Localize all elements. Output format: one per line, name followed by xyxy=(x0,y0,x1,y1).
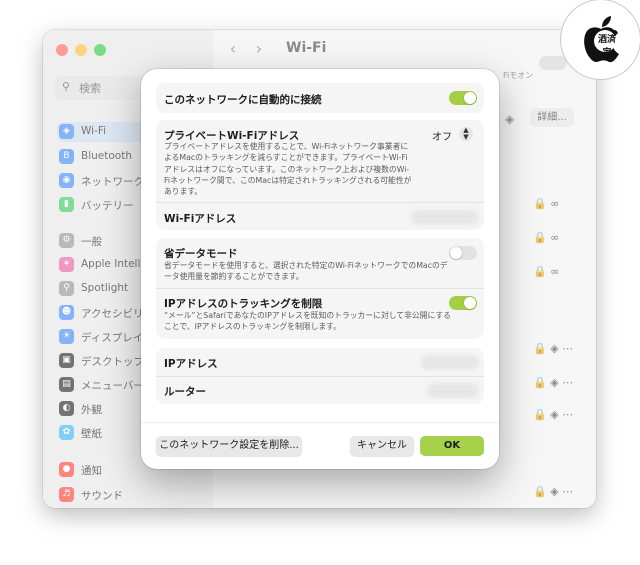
logo-text: 酒済定 xyxy=(597,35,616,58)
low-data-mode-description: 省データモードを使用すると、選択された特定のWi-FiネットワークでのMacのデ… xyxy=(164,261,448,282)
wifi-address-label: Wi-Fiアドレス xyxy=(164,213,237,225)
private-address-description: プライベートアドレスを使用することで、Wi-Fiネットワーク事業者によるMacの… xyxy=(164,142,412,197)
auto-join-row: このネットワークに自動的に接続 xyxy=(156,83,484,113)
ip-address-value-redacted xyxy=(424,358,476,367)
divider xyxy=(156,288,484,289)
limit-ip-tracking-label: IPアドレスのトラッキングを制限 xyxy=(164,298,323,310)
private-address-value[interactable]: オフ xyxy=(432,128,452,143)
private-address-group: プライベートWi-Fiアドレス オフ ▲ ▼ プライベートアドレスを使用することで… xyxy=(156,120,484,230)
divider xyxy=(156,202,484,203)
forget-network-button[interactable]: このネットワーク設定を削除... xyxy=(156,436,302,456)
ip-info-group: IPアドレス ルーター xyxy=(156,348,484,404)
router-label: ルーター xyxy=(164,386,206,398)
auto-join-label: このネットワークに自動的に接続 xyxy=(164,94,322,106)
ip-address-label: IPアドレス xyxy=(164,358,218,370)
network-settings-sheet: このネットワークに自動的に接続 プライベートWi-Fiアドレス オフ ▲ ▼ プラ… xyxy=(141,69,499,469)
apple-logo-seal: 酒済定 xyxy=(561,0,640,79)
limit-ip-tracking-toggle[interactable] xyxy=(449,296,477,310)
auto-join-toggle[interactable] xyxy=(449,91,477,105)
data-options-group: 省データモード 省データモードを使用すると、選択された特定のWi-Fiネットワー… xyxy=(156,238,484,339)
ok-button[interactable]: OK xyxy=(420,436,484,456)
footer-divider xyxy=(141,422,499,423)
wifi-address-value-redacted xyxy=(414,213,476,222)
limit-ip-tracking-description: “メール”とSafariであなたのIPアドレスを既知のトラッカーに対して非公開に… xyxy=(164,311,451,332)
low-data-mode-label: 省データモード xyxy=(164,248,238,260)
router-value-redacted xyxy=(430,386,476,395)
cancel-button[interactable]: キャンセル xyxy=(350,436,414,456)
divider xyxy=(156,376,484,377)
low-data-mode-toggle[interactable] xyxy=(449,246,477,260)
chevron-updown-icon[interactable]: ▲ ▼ xyxy=(459,127,473,141)
